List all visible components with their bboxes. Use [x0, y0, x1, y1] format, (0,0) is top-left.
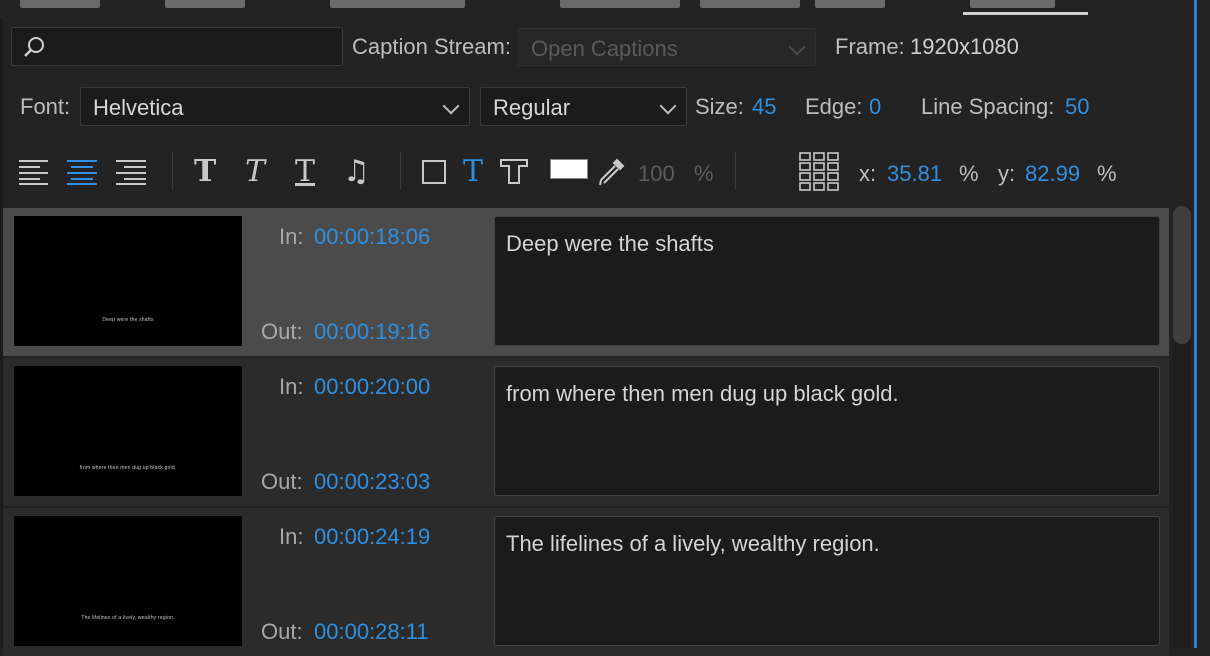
eyedropper-icon[interactable] [597, 156, 627, 188]
font-style-dropdown[interactable]: Regular [480, 87, 687, 126]
y-label: y: [998, 161, 1016, 186]
caption-row[interactable]: from where then men dug up black gold. I… [3, 358, 1169, 506]
outline-text-icon[interactable] [499, 156, 529, 186]
font-label: Font: [20, 94, 71, 119]
frame-label: Frame: [835, 34, 905, 59]
tab-strip [0, 0, 1194, 18]
caption-thumbnail: The lifelines of a lively, wealthy regio… [14, 516, 242, 646]
panel-focus-border [1194, 0, 1197, 648]
out-label: Out: [261, 619, 303, 644]
opacity-unit: % [694, 161, 714, 186]
size-label: Size: [695, 94, 744, 119]
line-spacing-value[interactable]: 50 [1065, 94, 1089, 120]
active-tab-indicator [963, 12, 1088, 15]
out-timecode[interactable]: 00:00:23:03 [314, 469, 430, 495]
out-timecode[interactable]: 00:00:28:11 [314, 619, 429, 645]
edge-label: Edge: [805, 94, 863, 119]
in-label: In: [279, 524, 304, 549]
caption-text-field[interactable]: from where then men dug up black gold. [494, 366, 1160, 496]
in-timecode[interactable]: 00:00:24:19 [314, 524, 430, 550]
line-spacing-label: Line Spacing: [921, 94, 1055, 119]
caption-text: from where then men dug up black gold. [506, 381, 899, 406]
search-icon [24, 37, 44, 57]
out-timecode[interactable]: 00:00:19:16 [314, 319, 430, 345]
caption-text-field[interactable]: Deep were the shafts [494, 216, 1160, 346]
chevron-down-icon [659, 97, 677, 115]
search-input[interactable] [52, 32, 336, 62]
font-family-value: Helvetica [93, 95, 184, 120]
search-field[interactable] [11, 27, 343, 66]
caption-text: Deep were the shafts [506, 231, 714, 256]
background-box-icon[interactable] [422, 160, 446, 184]
out-label: Out: [261, 469, 303, 494]
opacity-value[interactable]: 100 [638, 161, 675, 187]
in-label: In: [279, 224, 304, 249]
underline-icon[interactable]: T [295, 154, 315, 189]
caption-thumbnail: from where then men dug up black gold. [14, 366, 242, 496]
align-left-icon[interactable] [18, 158, 50, 186]
tab-2[interactable] [165, 0, 245, 8]
x-unit: % [959, 161, 979, 186]
in-label: In: [279, 374, 304, 399]
frame-value: 1920x1080 [910, 34, 1019, 59]
text-color-icon[interactable]: T [463, 154, 483, 189]
caption-stream-value: Open Captions [531, 36, 678, 61]
color-swatch[interactable] [550, 159, 588, 179]
align-right-icon[interactable] [115, 158, 147, 186]
bold-icon[interactable]: T [194, 154, 216, 189]
position-grid-icon[interactable] [798, 151, 840, 193]
thumbnail-caption-text: Deep were the shafts [102, 317, 154, 323]
caption-stream-label: Caption Stream: [352, 34, 511, 59]
scrollbar-thumb[interactable] [1173, 206, 1191, 344]
thumbnail-caption-text: from where then men dug up black gold. [79, 465, 177, 471]
size-value[interactable]: 45 [752, 94, 776, 120]
tab-3[interactable] [330, 0, 465, 8]
chevron-down-icon [442, 97, 460, 115]
tab-captions[interactable] [970, 0, 1055, 8]
toolbar-divider [172, 152, 173, 190]
x-value[interactable]: 35.81 [887, 161, 942, 187]
thumbnail-caption-text: The lifelines of a lively, wealthy regio… [81, 615, 175, 621]
tab-6[interactable] [815, 0, 885, 8]
font-style-value: Regular [493, 95, 571, 120]
caption-text-field[interactable]: The lifelines of a lively, wealthy regio… [494, 516, 1160, 646]
out-label: Out: [261, 319, 303, 344]
toolbar-divider [735, 152, 736, 190]
caption-thumbnail: Deep were the shafts [14, 216, 242, 346]
chevron-down-icon [788, 38, 806, 56]
tab-4[interactable] [560, 0, 680, 8]
y-value[interactable]: 82.99 [1025, 161, 1080, 187]
toolbar-divider [400, 152, 401, 190]
music-note-icon[interactable]: ♫ [343, 154, 370, 189]
caption-text: The lifelines of a lively, wealthy regio… [506, 531, 880, 556]
caption-row[interactable]: The lifelines of a lively, wealthy regio… [3, 508, 1169, 656]
tab-5[interactable] [700, 0, 800, 8]
tab-1[interactable] [20, 0, 100, 8]
edge-value[interactable]: 0 [869, 94, 881, 120]
in-timecode[interactable]: 00:00:20:00 [314, 374, 430, 400]
align-center-icon[interactable] [66, 158, 98, 186]
y-unit: % [1097, 161, 1117, 186]
x-label: x: [859, 161, 877, 186]
in-timecode[interactable]: 00:00:18:06 [314, 224, 430, 250]
caption-stream-dropdown[interactable]: Open Captions [518, 28, 816, 66]
font-family-dropdown[interactable]: Helvetica [80, 87, 470, 126]
italic-icon[interactable]: T [245, 154, 265, 189]
caption-row[interactable]: Deep were the shafts In: 00:00:18:06 Out… [3, 208, 1169, 356]
